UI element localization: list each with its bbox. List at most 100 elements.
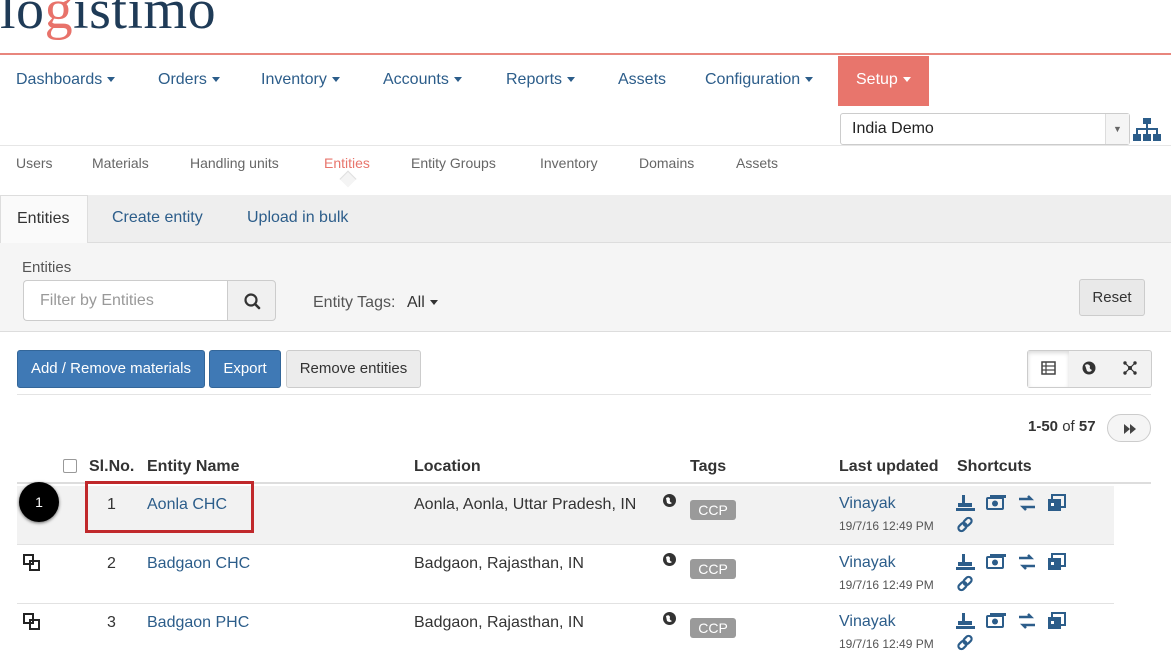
pagination-summary: 1-50 of 57: [1028, 418, 1096, 435]
pagination-range: 1-50: [1028, 418, 1059, 435]
nav-label: Accounts: [383, 71, 449, 88]
filter-panel: Entities Filter by Entities Entity Tags:…: [0, 243, 1171, 332]
header-location[interactable]: Location: [414, 458, 481, 476]
nav-accounts[interactable]: Accounts: [383, 56, 462, 106]
setup-subnav: Users Materials Handling units Entities …: [0, 145, 1171, 188]
row-shortcuts: [955, 552, 1085, 596]
entity-name-link[interactable]: Badgaon CHC: [147, 555, 250, 573]
nav-setup[interactable]: Setup: [838, 56, 929, 106]
entity-tags-label: Entity Tags:: [313, 294, 396, 311]
inventory-icon[interactable]: [955, 493, 977, 513]
transfer-icon[interactable]: [1016, 493, 1038, 513]
subnav-users[interactable]: Users: [16, 146, 53, 182]
network-view-icon: [1123, 361, 1137, 375]
select-arrow-icon[interactable]: ▼: [1105, 114, 1129, 144]
network-view-button[interactable]: [1110, 351, 1151, 387]
stock-icon[interactable]: [1046, 552, 1068, 572]
nav-assets[interactable]: Assets: [618, 56, 666, 106]
section-divider: [17, 394, 1151, 395]
nav-label: Reports: [506, 71, 563, 88]
row-shortcuts: [955, 611, 1085, 655]
caret-down-icon: [567, 77, 576, 83]
header-shortcuts: Shortcuts: [957, 458, 1032, 475]
globe-icon[interactable]: [662, 552, 677, 567]
tag-badge: CCP: [690, 559, 736, 579]
pagination-total: 57: [1078, 418, 1096, 435]
search-icon: [244, 293, 261, 310]
annotation-highlight-box: [85, 481, 254, 533]
globe-icon[interactable]: [662, 611, 677, 626]
table-view-button[interactable]: [1028, 351, 1069, 387]
domain-select[interactable]: India Demo ▼: [840, 113, 1130, 145]
entity-name-link[interactable]: Badgaon PHC: [147, 614, 249, 632]
subnav-domains[interactable]: Domains: [639, 146, 694, 182]
subnav-materials[interactable]: Materials: [92, 146, 149, 182]
entity-tags-value: All: [407, 294, 425, 311]
nav-label: Assets: [618, 71, 667, 88]
main-navigation: Dashboards Orders Inventory Accounts Rep…: [0, 56, 1171, 106]
globe-icon[interactable]: [662, 493, 677, 508]
stock-icon[interactable]: [1046, 611, 1068, 631]
subnav-assets[interactable]: Assets: [736, 146, 778, 182]
nav-dashboards[interactable]: Dashboards: [16, 56, 116, 106]
row-slno: 2: [107, 555, 116, 572]
table-row[interactable]: 3 Badgaon PHC Badgaon, Rajasthan, IN CCP…: [17, 604, 1114, 662]
export-button[interactable]: Export: [209, 350, 281, 388]
transfer-icon[interactable]: [1016, 611, 1038, 631]
logistimo-logo[interactable]: logistimo: [0, 0, 216, 42]
map-view-button[interactable]: [1069, 351, 1110, 387]
search-button[interactable]: [227, 280, 276, 321]
add-remove-materials-button[interactable]: Add / Remove materials: [17, 350, 205, 388]
tab-upload-in-bulk[interactable]: Upload in bulk: [247, 195, 348, 243]
nav-reports[interactable]: Reports: [506, 56, 576, 106]
link-icon[interactable]: [955, 574, 977, 594]
relationship-icon[interactable]: [22, 553, 42, 573]
inventory-icon[interactable]: [955, 611, 977, 631]
updated-at: 19/7/16 12:49 PM: [839, 637, 934, 651]
caret-down-icon: [902, 77, 911, 83]
orders-icon[interactable]: [985, 611, 1007, 631]
nav-label: Dashboards: [16, 71, 103, 88]
updated-by-link[interactable]: Vinayak: [839, 495, 896, 513]
caret-down-icon: [429, 300, 438, 306]
transfer-icon[interactable]: [1016, 552, 1038, 572]
select-all-checkbox[interactable]: [63, 459, 77, 473]
entity-tabs: Entities Create entity Upload in bulk: [0, 195, 1171, 244]
caret-down-icon: [331, 77, 340, 83]
subnav-handling-units[interactable]: Handling units: [190, 146, 279, 182]
updated-by-link[interactable]: Vinayak: [839, 554, 896, 572]
header-entity-name[interactable]: Entity Name: [147, 458, 239, 476]
header-tags: Tags: [690, 458, 727, 475]
next-page-button[interactable]: [1107, 414, 1151, 442]
tab-create-entity[interactable]: Create entity: [112, 195, 203, 243]
nav-label: Configuration: [705, 71, 801, 88]
link-icon[interactable]: [955, 633, 977, 653]
nav-configuration[interactable]: Configuration: [705, 56, 814, 106]
tag-badge: CCP: [690, 500, 736, 520]
subnav-inventory[interactable]: Inventory: [540, 146, 598, 182]
updated-by-link[interactable]: Vinayak: [839, 613, 896, 631]
entity-tags-dropdown[interactable]: All: [407, 294, 438, 312]
stock-icon[interactable]: [1046, 493, 1068, 513]
tab-entities[interactable]: Entities: [0, 195, 89, 244]
nav-inventory[interactable]: Inventory: [261, 56, 340, 106]
orders-icon[interactable]: [985, 493, 1007, 513]
orders-icon[interactable]: [985, 552, 1007, 572]
link-icon[interactable]: [955, 515, 977, 535]
table-view-icon: [1041, 361, 1056, 375]
inventory-icon[interactable]: [955, 552, 977, 572]
relationship-icon[interactable]: [22, 612, 42, 632]
header-slno[interactable]: Sl.No.: [89, 458, 134, 476]
caret-down-icon: [805, 77, 814, 83]
hierarchy-icon[interactable]: [1133, 116, 1161, 144]
header-last-updated[interactable]: Last updated: [839, 458, 939, 476]
updated-at: 19/7/16 12:49 PM: [839, 519, 934, 533]
table-row[interactable]: 2 Badgaon CHC Badgaon, Rajasthan, IN CCP…: [17, 545, 1114, 604]
reset-button[interactable]: Reset: [1079, 279, 1145, 316]
nav-orders[interactable]: Orders: [158, 56, 220, 106]
entities-filter-input[interactable]: Filter by Entities: [23, 280, 227, 321]
caret-down-icon: [107, 77, 116, 83]
subnav-entity-groups[interactable]: Entity Groups: [411, 146, 496, 182]
remove-entities-button[interactable]: Remove entities: [286, 350, 421, 388]
entity-location: Badgaon, Rajasthan, IN: [414, 614, 584, 631]
